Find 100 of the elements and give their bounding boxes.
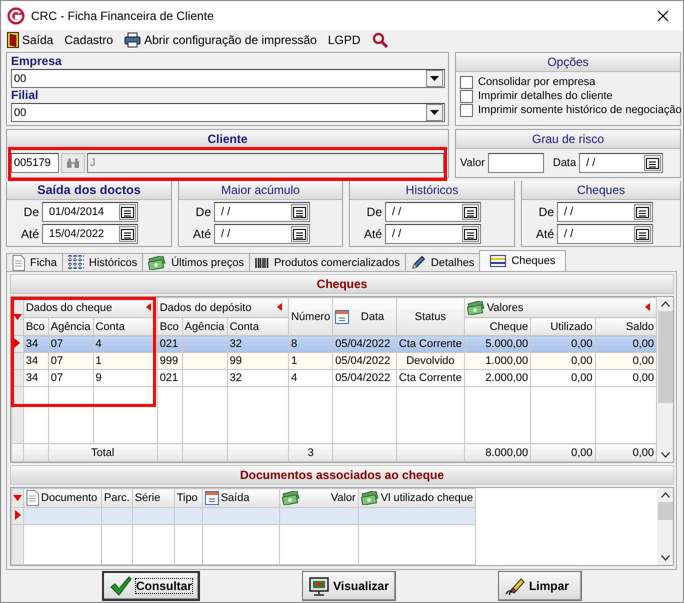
money-icon [282, 491, 300, 505]
column-header[interactable]: Série [132, 488, 174, 508]
table-cell: 4 [291, 372, 298, 384]
table-cell: Cta Corrente [398, 338, 462, 350]
calendar-button[interactable] [462, 226, 479, 242]
field-label: De [538, 205, 554, 219]
column-header[interactable]: Agência [48, 318, 93, 336]
table-cell: Devolvido [406, 355, 455, 367]
column-header[interactable]: Saída [202, 488, 280, 508]
calendar-button[interactable] [291, 204, 308, 220]
field-label: Filial [11, 88, 40, 103]
binoculars-button[interactable] [61, 153, 85, 173]
table-cell: 32 [230, 338, 242, 350]
menu-item[interactable]: Cadastro [62, 33, 122, 47]
door-icon [7, 32, 19, 48]
date-field[interactable]: / / [385, 224, 481, 244]
column-header[interactable]: Status [396, 298, 464, 336]
checkbox[interactable] [460, 90, 473, 103]
date-field[interactable]: 15/04/2022 [42, 224, 138, 244]
calendar-icon [293, 228, 306, 240]
value-field[interactable] [488, 153, 544, 173]
search-icon[interactable] [372, 32, 388, 48]
date-field[interactable]: / / [557, 224, 653, 244]
column-group-header[interactable]: Dados do depósito [157, 298, 289, 318]
client-code-field[interactable]: 005179 [11, 153, 59, 173]
calendar-button[interactable] [119, 204, 136, 220]
action-button[interactable]: Limpar [498, 571, 582, 601]
calendar-icon [636, 228, 649, 240]
scrollbar-thumb[interactable] [658, 311, 672, 403]
column-header[interactable]: Bco [23, 318, 48, 336]
printer-icon [124, 32, 142, 48]
column-header[interactable]: Data [332, 298, 396, 336]
panel-header: Cheques [522, 181, 680, 200]
table-cell: 07 [50, 338, 63, 350]
date-field[interactable]: / / [214, 202, 310, 222]
sort-arrow-icon [13, 495, 22, 501]
field-label: Até [20, 227, 39, 241]
column-header[interactable]: Documento [24, 488, 102, 508]
checkbox[interactable] [460, 76, 473, 89]
column-header[interactable]: Valor [279, 488, 358, 508]
column-header[interactable]: Número [288, 298, 333, 336]
calendar-button[interactable] [644, 155, 662, 171]
column-header[interactable]: Agência [182, 318, 228, 336]
field-label: Data [552, 157, 576, 169]
column-header[interactable]: Conta [227, 318, 289, 336]
date-field[interactable]: / / [557, 202, 653, 222]
column-header[interactable]: Vl utilizado cheque [358, 488, 476, 508]
scrollbar[interactable] [657, 488, 673, 565]
action-button[interactable]: Visualizar [302, 571, 396, 601]
date-field[interactable]: 01/04/2014 [42, 202, 138, 222]
calendar-button[interactable] [634, 204, 651, 220]
calendar-button[interactable] [462, 204, 479, 220]
calendar-button[interactable] [119, 226, 136, 242]
scrollbar[interactable] [657, 297, 673, 462]
scroll-up-icon[interactable] [660, 301, 670, 307]
checkbox[interactable] [460, 104, 473, 117]
calendar-button[interactable] [291, 226, 308, 242]
tab[interactable]: Produtos comercializados [248, 253, 406, 271]
tab[interactable]: Cheques [479, 250, 566, 271]
column-header[interactable]: Tipo [174, 488, 202, 508]
menu-item[interactable]: LGPD [326, 33, 370, 47]
table-cell: 9 [96, 372, 102, 384]
tab[interactable]: Ficha [6, 253, 63, 271]
table-cell: 0,00 [632, 355, 654, 367]
document-icon [26, 490, 39, 506]
date-field[interactable]: / / [579, 153, 664, 173]
column-header[interactable]: Parc. [102, 488, 132, 508]
table-row[interactable]: 34 07 4 021 32 8 05/04/2022 Cta Corrente 5.000,00 0,00 0,00 [12, 336, 656, 352]
table-row[interactable]: 34 07 9 021 32 4 05/04/2022 Cta Corrente 2.000,00 0,00 0,00 [12, 370, 656, 386]
column-header[interactable]: Saldo [595, 318, 656, 336]
date-field[interactable]: / / [385, 202, 481, 222]
tab[interactable]: Detalhes [404, 253, 480, 271]
logo-icon [7, 6, 25, 24]
section-header: Cheques [10, 274, 674, 294]
scroll-down-icon[interactable] [660, 452, 670, 458]
calendar-icon [636, 206, 649, 218]
close-icon [657, 10, 669, 22]
action-button[interactable]: Consultar [102, 571, 200, 601]
column-group-header[interactable]: Valores [464, 298, 656, 318]
table-row[interactable]: 34 07 1 999 99 1 05/04/2022 Devolvido 1.000,00 0,00 0,00 [12, 352, 656, 370]
scrollbar-thumb[interactable] [658, 502, 672, 520]
dropdown-field[interactable]: 00 [11, 69, 445, 88]
panel-header: Maior acúmulo [179, 181, 342, 200]
date-field[interactable]: / / [214, 224, 310, 244]
total-label: Total [91, 446, 114, 458]
dropdown-field[interactable]: 00 [11, 103, 445, 122]
column-header[interactable]: Utilizado [530, 318, 596, 336]
scroll-up-icon[interactable] [660, 492, 670, 498]
tab[interactable]: Históricos [62, 253, 144, 271]
column-header[interactable]: Bco [157, 318, 182, 336]
scroll-down-icon[interactable] [660, 555, 670, 561]
table-cell: 32 [230, 372, 242, 384]
table-cell: 1 [291, 355, 298, 367]
menu-item[interactable]: Abrir configuração de impressão [122, 32, 326, 48]
tab[interactable]: Últimos preços [142, 253, 250, 271]
menu-item[interactable]: Saída [5, 32, 62, 48]
calendar-button[interactable] [634, 226, 651, 242]
column-header[interactable]: Cheque [464, 318, 531, 336]
dropdown-arrow-icon[interactable] [430, 110, 439, 115]
dropdown-arrow-icon[interactable] [430, 76, 439, 81]
